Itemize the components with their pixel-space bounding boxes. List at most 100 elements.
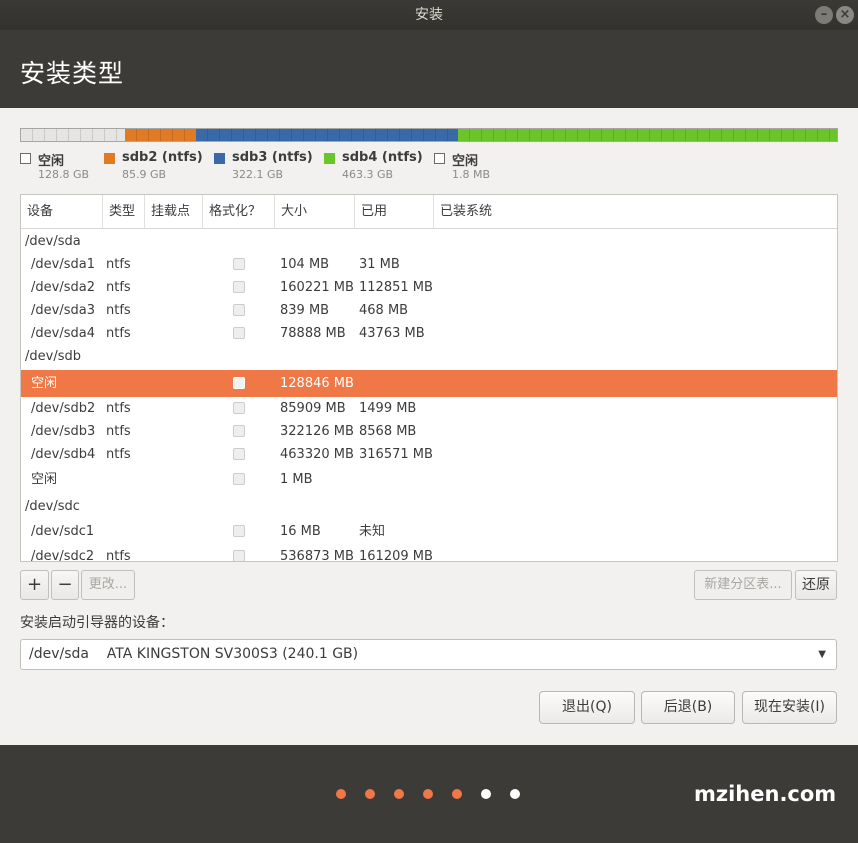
format-checkbox[interactable] — [233, 402, 245, 414]
revert-button[interactable]: 还原 — [795, 570, 837, 600]
legend-name: sdb3 (ntfs) — [232, 150, 313, 165]
window-title: 安装 — [415, 7, 443, 23]
partition-device: /dev/sdb2 — [31, 401, 96, 416]
column-header-format[interactable]: 格式化？ — [203, 195, 275, 229]
table-row[interactable]: /dev/sdc2 ntfs 536873 MB 161209 MB — [21, 545, 837, 562]
close-button[interactable]: × — [836, 6, 854, 24]
table-row[interactable]: 空闲 128846 MB — [21, 370, 837, 397]
partition-type: ntfs — [106, 401, 131, 416]
table-row[interactable]: /dev/sdc1 16 MB 未知 — [21, 520, 837, 543]
format-checkbox[interactable] — [233, 258, 245, 270]
bootloader-selected-value: /dev/sda ATA KINGSTON SV300S3 (240.1 GB) — [29, 646, 359, 662]
partition-size: 160221 MB — [280, 280, 354, 295]
progress-dot-done — [336, 789, 346, 799]
footer: mzihen.com — [0, 745, 858, 843]
bootloader-device-select[interactable]: /dev/sda ATA KINGSTON SV300S3 (240.1 GB)… — [20, 639, 837, 670]
table-header: 设备 类型 挂载点 格式化？ 大小 已用 已装系统 — [21, 195, 837, 229]
partition-size: 85909 MB — [280, 401, 346, 416]
format-checkbox[interactable] — [233, 327, 245, 339]
column-header-device[interactable]: 设备 — [21, 195, 103, 229]
legend-swatch — [214, 153, 225, 164]
partition-used: 1499 MB — [359, 401, 417, 416]
partition-used: 未知 — [359, 524, 386, 539]
partition-size: 536873 MB — [280, 549, 354, 562]
partition-used: 161209 MB — [359, 549, 433, 562]
column-header-type[interactable]: 类型 — [103, 195, 145, 229]
back-button[interactable]: 后退(B) — [641, 691, 735, 724]
format-checkbox[interactable] — [233, 473, 245, 485]
table-group-row[interactable]: /dev/sdc — [21, 495, 837, 518]
partition-device: /dev/sda2 — [31, 280, 95, 295]
partition-device: 空闲 — [31, 472, 58, 487]
table-group-row[interactable]: /dev/sda — [21, 230, 837, 253]
format-checkbox[interactable] — [233, 425, 245, 437]
legend-size: 1.8 MB — [452, 168, 491, 181]
table-row[interactable]: /dev/sdb3 ntfs 322126 MB 8568 MB — [21, 420, 837, 443]
progress-dot-done — [423, 789, 433, 799]
partition-used: 112851 MB — [359, 280, 433, 295]
disk-usage-bar — [20, 128, 838, 142]
partition-used: 31 MB — [359, 257, 400, 272]
watermark: mzihen.com — [694, 782, 837, 806]
minimize-button[interactable]: – — [815, 6, 833, 24]
format-checkbox[interactable] — [233, 377, 245, 389]
usage-segment — [21, 129, 126, 141]
partition-used: 43763 MB — [359, 326, 425, 341]
disk-name: /dev/sdc — [25, 499, 80, 514]
new-partition-table-button[interactable]: 新建分区表... — [694, 570, 792, 600]
usage-segment — [458, 129, 837, 141]
table-row[interactable]: /dev/sda2 ntfs 160221 MB 112851 MB — [21, 276, 837, 299]
change-partition-button[interactable]: 更改... — [81, 570, 135, 600]
page-header: 安装类型 — [0, 30, 858, 108]
partition-used: 468 MB — [359, 303, 409, 318]
table-row[interactable]: /dev/sda4 ntfs 78888 MB 43763 MB — [21, 322, 837, 345]
partition-size: 463320 MB — [280, 447, 354, 462]
remove-partition-button[interactable]: − — [51, 570, 79, 600]
quit-button[interactable]: 退出(Q) — [539, 691, 635, 724]
partition-used: 8568 MB — [359, 424, 417, 439]
legend-swatch — [104, 153, 115, 164]
table-row[interactable]: /dev/sda3 ntfs 839 MB 468 MB — [21, 299, 837, 322]
partition-type: ntfs — [106, 447, 131, 462]
partition-size: 104 MB — [280, 257, 330, 272]
partition-size: 78888 MB — [280, 326, 346, 341]
add-partition-button[interactable]: + — [20, 570, 49, 600]
partition-device: /dev/sda3 — [31, 303, 95, 318]
progress-dot-done — [394, 789, 404, 799]
partition-size: 16 MB — [280, 524, 321, 539]
format-checkbox[interactable] — [233, 281, 245, 293]
table-group-row[interactable]: /dev/sdb — [21, 345, 837, 368]
install-now-button[interactable]: 现在安装(I) — [742, 691, 837, 724]
legend-name: sdb2 (ntfs) — [122, 150, 203, 165]
format-checkbox[interactable] — [233, 304, 245, 316]
legend-size: 463.3 GB — [342, 168, 394, 181]
partition-type: ntfs — [106, 424, 131, 439]
table-row[interactable]: /dev/sdb4 ntfs 463320 MB 316571 MB — [21, 443, 837, 466]
column-header-size[interactable]: 大小 — [275, 195, 355, 229]
partition-used: 316571 MB — [359, 447, 433, 462]
column-header-system[interactable]: 已装系统 — [434, 195, 837, 229]
disk-name: /dev/sda — [25, 234, 81, 249]
column-header-used[interactable]: 已用 — [355, 195, 434, 229]
usage-segment — [125, 129, 196, 141]
disk-name: /dev/sdb — [25, 349, 81, 364]
table-row[interactable]: /dev/sdb2 ntfs 85909 MB 1499 MB — [21, 397, 837, 420]
chevron-down-icon: ▼ — [818, 649, 826, 660]
format-checkbox[interactable] — [233, 448, 245, 460]
legend-name: sdb4 (ntfs) — [342, 150, 423, 165]
format-checkbox[interactable] — [233, 525, 245, 537]
progress-dot-pending — [510, 789, 520, 799]
main-content: 空闲 128.8 GB sdb2 (ntfs) 85.9 GB sdb3 (ntfs) 3… — [0, 108, 858, 745]
table-row[interactable]: 空闲 1 MB — [21, 468, 837, 491]
partition-size: 128846 MB — [280, 376, 354, 391]
legend-size: 85.9 GB — [122, 168, 167, 181]
partition-device: /dev/sda1 — [31, 257, 95, 272]
table-row[interactable]: /dev/sda1 ntfs 104 MB 31 MB — [21, 253, 837, 276]
partition-type: ntfs — [106, 257, 131, 272]
partition-device: /dev/sdc1 — [31, 524, 95, 539]
format-checkbox[interactable] — [233, 550, 245, 561]
legend-swatch — [324, 153, 335, 164]
bootloader-label: 安装启动引导器的设备： — [20, 615, 174, 631]
column-header-mount[interactable]: 挂载点 — [145, 195, 203, 229]
page-title: 安装类型 — [20, 59, 125, 88]
